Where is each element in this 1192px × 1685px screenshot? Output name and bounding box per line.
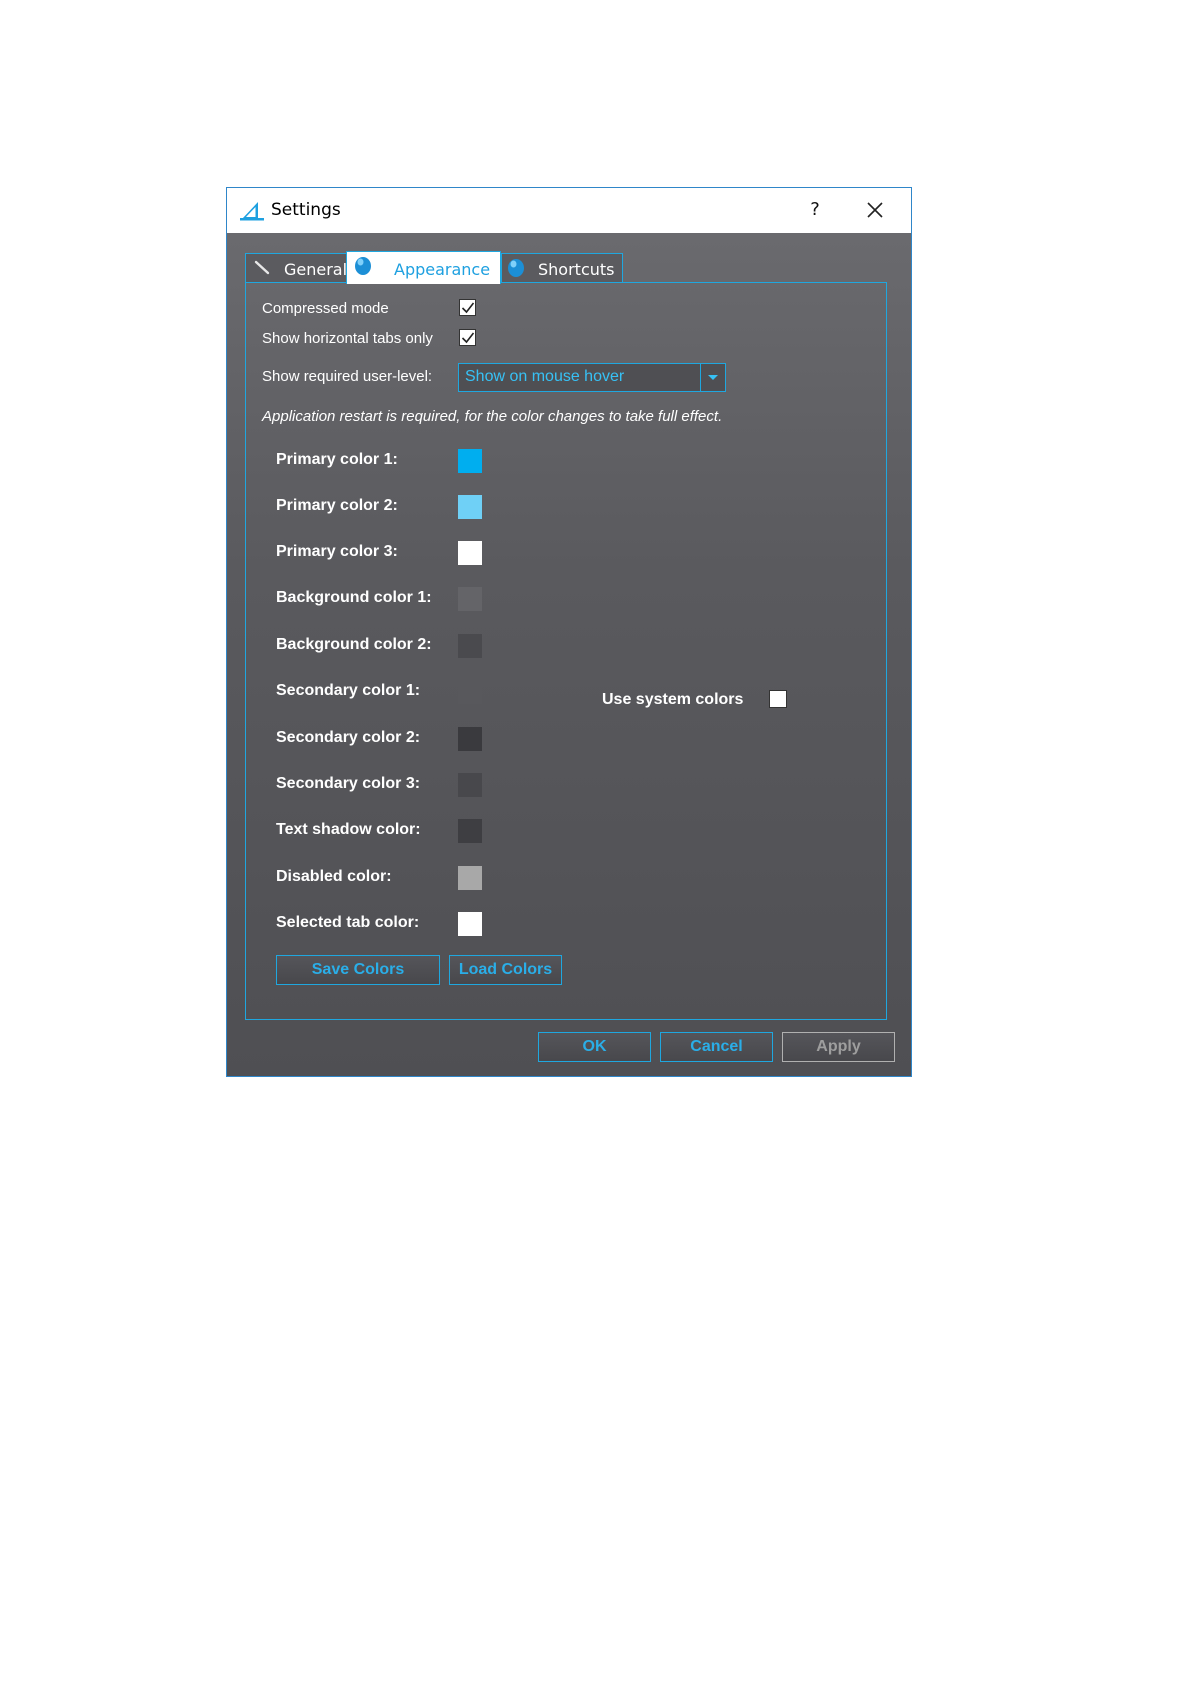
color-label: Primary color 1: bbox=[276, 451, 398, 468]
checkmark-icon bbox=[461, 332, 475, 344]
color-swatch-primary-2[interactable] bbox=[458, 495, 482, 519]
color-label: Background color 1: bbox=[276, 589, 432, 606]
app-logo-icon bbox=[240, 202, 264, 221]
ok-button[interactable]: OK bbox=[538, 1032, 651, 1062]
dialog-client-area: General Appearance Shortcuts Compressed … bbox=[227, 233, 911, 1076]
close-icon bbox=[867, 202, 883, 218]
checkmark-icon bbox=[461, 302, 475, 314]
color-label: Selected tab color: bbox=[276, 914, 420, 931]
compressed-mode-checkbox[interactable] bbox=[459, 299, 476, 316]
title-bar: Settings ? bbox=[227, 188, 911, 233]
color-label: Disabled color: bbox=[276, 868, 392, 885]
wrench-icon bbox=[254, 260, 270, 275]
chevron-down-icon bbox=[708, 375, 718, 380]
save-colors-button[interactable]: Save Colors bbox=[276, 955, 440, 985]
color-label: Secondary color 2: bbox=[276, 729, 421, 746]
color-swatch-primary-3[interactable] bbox=[458, 541, 482, 565]
close-button[interactable] bbox=[859, 194, 891, 226]
color-swatch-text-shadow[interactable] bbox=[458, 819, 482, 843]
color-label: Background color 2: bbox=[276, 636, 432, 653]
compressed-mode-label: Compressed mode bbox=[262, 300, 389, 317]
help-button[interactable]: ? bbox=[800, 194, 830, 226]
color-label: Text shadow color: bbox=[276, 821, 421, 838]
color-label: Primary color 2: bbox=[276, 497, 398, 514]
restart-note: Application restart is required, for the… bbox=[262, 408, 723, 425]
color-swatch-background-1[interactable] bbox=[458, 587, 482, 611]
tab-general[interactable]: General bbox=[245, 253, 348, 283]
dropdown-toggle[interactable] bbox=[700, 364, 725, 391]
user-level-label: Show required user-level: bbox=[262, 368, 433, 385]
apply-button[interactable]: Apply bbox=[782, 1032, 895, 1062]
tab-general-label: General bbox=[284, 260, 348, 279]
load-colors-button[interactable]: Load Colors bbox=[449, 955, 562, 985]
user-level-value: Show on mouse hover bbox=[465, 368, 625, 385]
color-swatch-secondary-3[interactable] bbox=[458, 773, 482, 797]
horizontal-tabs-checkbox[interactable] bbox=[459, 329, 476, 346]
horizontal-tabs-label: Show horizontal tabs only bbox=[262, 330, 433, 347]
user-level-dropdown[interactable]: Show on mouse hover bbox=[458, 363, 726, 392]
appearance-panel: Compressed mode Show horizontal tabs onl… bbox=[245, 282, 887, 1020]
use-system-colors-label: Use system colors bbox=[602, 691, 744, 708]
globe-icon bbox=[355, 257, 371, 275]
tab-shortcuts-label: Shortcuts bbox=[538, 260, 615, 279]
color-swatch-secondary-2[interactable] bbox=[458, 727, 482, 751]
tab-appearance-label: Appearance bbox=[394, 260, 491, 279]
globe-icon bbox=[508, 259, 524, 277]
settings-dialog: Settings ? General Appearance Shortcuts … bbox=[226, 187, 912, 1077]
color-label: Secondary color 3: bbox=[276, 775, 421, 792]
tab-shortcuts[interactable]: Shortcuts bbox=[501, 253, 623, 283]
cancel-button[interactable]: Cancel bbox=[660, 1032, 773, 1062]
color-swatch-disabled[interactable] bbox=[458, 866, 482, 890]
tab-appearance[interactable]: Appearance bbox=[346, 251, 501, 284]
color-swatch-primary-1[interactable] bbox=[458, 449, 482, 473]
color-label: Secondary color 1: bbox=[276, 682, 421, 699]
use-system-colors-checkbox[interactable] bbox=[769, 690, 787, 708]
color-label: Primary color 3: bbox=[276, 543, 398, 560]
color-swatch-background-2[interactable] bbox=[458, 634, 482, 658]
color-swatch-secondary-1[interactable] bbox=[458, 680, 482, 704]
window-title: Settings bbox=[271, 200, 341, 220]
color-swatch-selected-tab[interactable] bbox=[458, 912, 482, 936]
